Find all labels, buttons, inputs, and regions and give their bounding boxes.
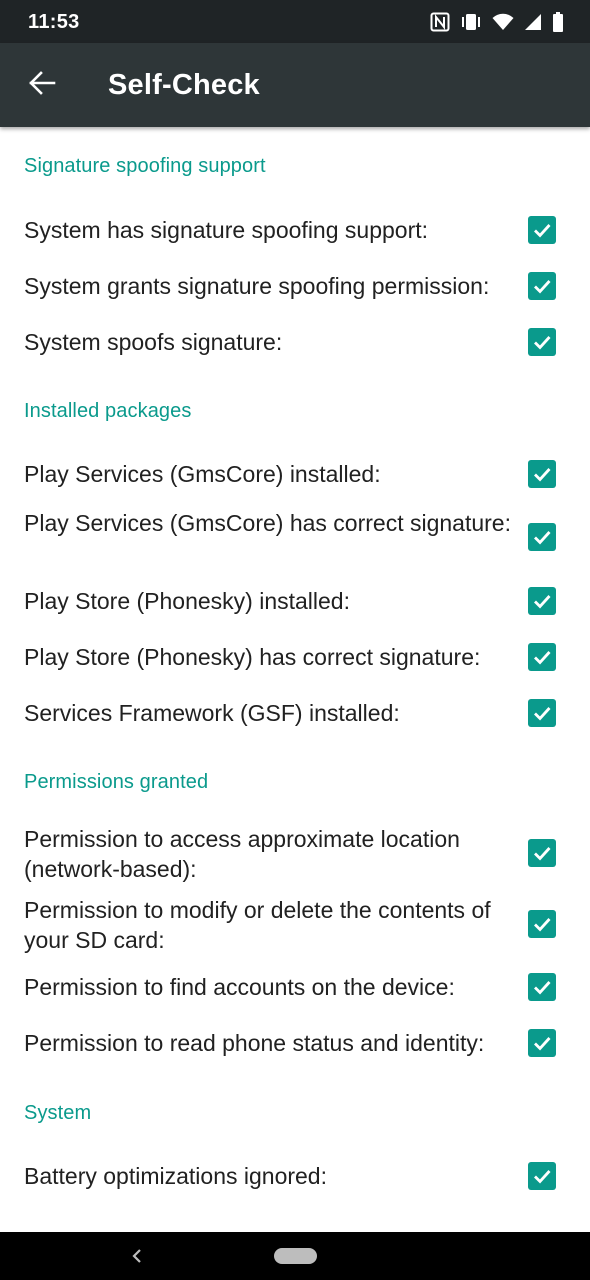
check-icon	[534, 468, 551, 482]
check-label: Permission to modify or delete the conte…	[24, 897, 491, 953]
check-label: Play Store (Phonesky) installed:	[24, 588, 350, 614]
battery-icon	[552, 12, 564, 32]
navigation-bar	[0, 1232, 590, 1280]
check-label: System spoofs signature:	[24, 329, 283, 355]
status-icons	[430, 10, 564, 34]
section-header-system: System	[24, 1102, 92, 1124]
app-bar: Self-Check	[0, 43, 590, 127]
check-row-spoofs-signature: System spoofs signature:	[0, 322, 590, 362]
nav-back-icon	[132, 1249, 141, 1263]
checkbox-checked[interactable]	[528, 973, 556, 1001]
checkbox-checked[interactable]	[528, 272, 556, 300]
arrow-back-icon	[28, 70, 56, 100]
check-row-spoofing-support: System has signature spoofing support:	[0, 210, 590, 250]
check-label: Battery optimizations ignored:	[24, 1163, 327, 1189]
back-button[interactable]	[18, 63, 66, 107]
nav-home-pill-icon[interactable]	[274, 1248, 317, 1264]
checkbox-checked[interactable]	[528, 523, 556, 551]
check-row-gsf-installed: Services Framework (GSF) installed:	[0, 693, 590, 733]
check-row-accounts-permission: Permission to find accounts on the devic…	[0, 967, 590, 1007]
check-icon	[534, 280, 551, 294]
check-row-battery-optimizations: Battery optimizations ignored:	[0, 1156, 590, 1196]
nav-back-button[interactable]	[124, 1244, 150, 1268]
section-header-signature-spoofing: Signature spoofing support	[24, 155, 266, 177]
checkbox-checked[interactable]	[528, 699, 556, 727]
status-time: 11:53	[28, 11, 80, 33]
check-row-gmscore-signature: Play Services (GmsCore) has correct sign…	[0, 507, 590, 569]
page-title: Self-Check	[108, 69, 260, 101]
check-row-location-permission: Permission to access approximate locatio…	[0, 823, 590, 885]
check-label: Permission to access approximate locatio…	[24, 826, 460, 882]
check-icon	[534, 1037, 551, 1051]
check-row-storage-permission: Permission to modify or delete the conte…	[0, 894, 590, 956]
checkbox-checked[interactable]	[528, 460, 556, 488]
check-label: System has signature spoofing support:	[24, 217, 429, 243]
check-icon	[534, 1170, 551, 1184]
check-label: Play Services (GmsCore) installed:	[24, 461, 381, 487]
check-row-gmscore-installed: Play Services (GmsCore) installed:	[0, 454, 590, 494]
signal-icon	[524, 13, 542, 31]
check-icon	[534, 981, 551, 995]
check-row-grants-permission: System grants signature spoofing permiss…	[0, 266, 590, 306]
self-check-list: Signature spoofing support System has si…	[0, 127, 590, 1232]
section-header-installed-packages: Installed packages	[24, 400, 192, 422]
check-icon	[534, 336, 551, 350]
checkbox-checked[interactable]	[528, 328, 556, 356]
check-row-phonesky-installed: Play Store (Phonesky) installed:	[0, 581, 590, 621]
section-header-permissions-granted: Permissions granted	[24, 771, 209, 793]
vibrate-icon	[460, 12, 482, 32]
checkbox-checked[interactable]	[528, 1162, 556, 1190]
check-row-phonesky-signature: Play Store (Phonesky) has correct signat…	[0, 637, 590, 677]
checkbox-checked[interactable]	[528, 1029, 556, 1057]
check-label: Permission to read phone status and iden…	[24, 1030, 485, 1056]
status-bar: 11:53	[0, 0, 590, 43]
wifi-icon	[492, 13, 514, 31]
check-label: Play Services (GmsCore) has correct sign…	[24, 510, 511, 536]
check-icon	[534, 918, 551, 932]
check-label: Services Framework (GSF) installed:	[24, 700, 400, 726]
check-icon	[534, 707, 551, 721]
checkbox-checked[interactable]	[528, 643, 556, 671]
check-icon	[534, 651, 551, 665]
check-label: System grants signature spoofing permiss…	[24, 273, 490, 299]
checkbox-checked[interactable]	[528, 216, 556, 244]
check-icon	[534, 224, 551, 238]
checkbox-checked[interactable]	[528, 587, 556, 615]
check-icon	[534, 531, 551, 545]
checkbox-checked[interactable]	[528, 839, 556, 867]
check-label: Permission to find accounts on the devic…	[24, 974, 455, 1000]
checkbox-checked[interactable]	[528, 910, 556, 938]
nfc-icon	[430, 12, 450, 32]
check-icon	[534, 847, 551, 861]
check-label: Play Store (Phonesky) has correct signat…	[24, 644, 481, 670]
check-row-phone-state-permission: Permission to read phone status and iden…	[0, 1023, 590, 1063]
check-icon	[534, 595, 551, 609]
